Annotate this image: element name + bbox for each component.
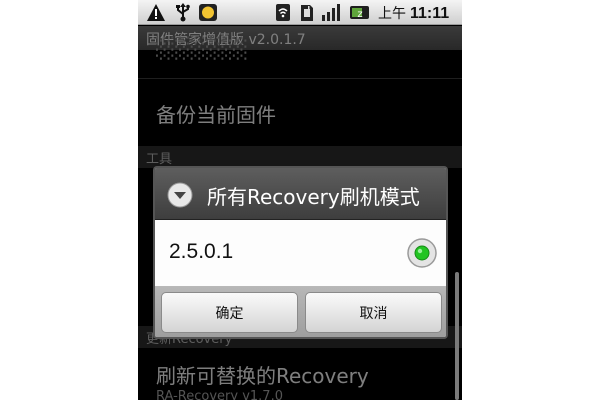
usb-icon (176, 3, 190, 22)
dialog-option-row[interactable]: 2.5.0.1 (155, 220, 446, 286)
svg-text:z: z (357, 9, 362, 20)
status-bar: z 上午 11:11 (138, 0, 462, 25)
dialog-option-label: 2.5.0.1 (169, 240, 234, 263)
status-clock: 上午 11:11 (378, 3, 449, 23)
wifi-icon (276, 4, 290, 21)
dialog-header: 所有Recovery刷机模式 (155, 168, 446, 220)
sd-card-icon (301, 5, 313, 21)
notification-icon (199, 4, 217, 21)
chevron-down-circle-icon (167, 182, 193, 208)
dialog-title: 所有Recovery刷机模式 (207, 185, 420, 209)
radio-selected-icon[interactable] (406, 237, 438, 269)
signal-icon (322, 4, 340, 21)
battery-icon: z (350, 6, 369, 20)
recovery-mode-dialog: 所有Recovery刷机模式 2.5.0.1 确定 取消 (153, 166, 448, 339)
scrollbar[interactable] (455, 272, 459, 400)
cancel-button[interactable]: 取消 (305, 292, 442, 333)
ok-button[interactable]: 确定 (161, 292, 298, 333)
dialog-button-row: 确定 取消 (155, 286, 446, 337)
clock-ampm: 上午 (378, 5, 406, 21)
warning-icon (147, 4, 165, 21)
phone-screen: z 上午 11:11 固件管家增值版 v2.0.1.7 ░░░░░░ 备份当前固件… (138, 0, 462, 400)
clock-time: 11:11 (410, 5, 450, 22)
